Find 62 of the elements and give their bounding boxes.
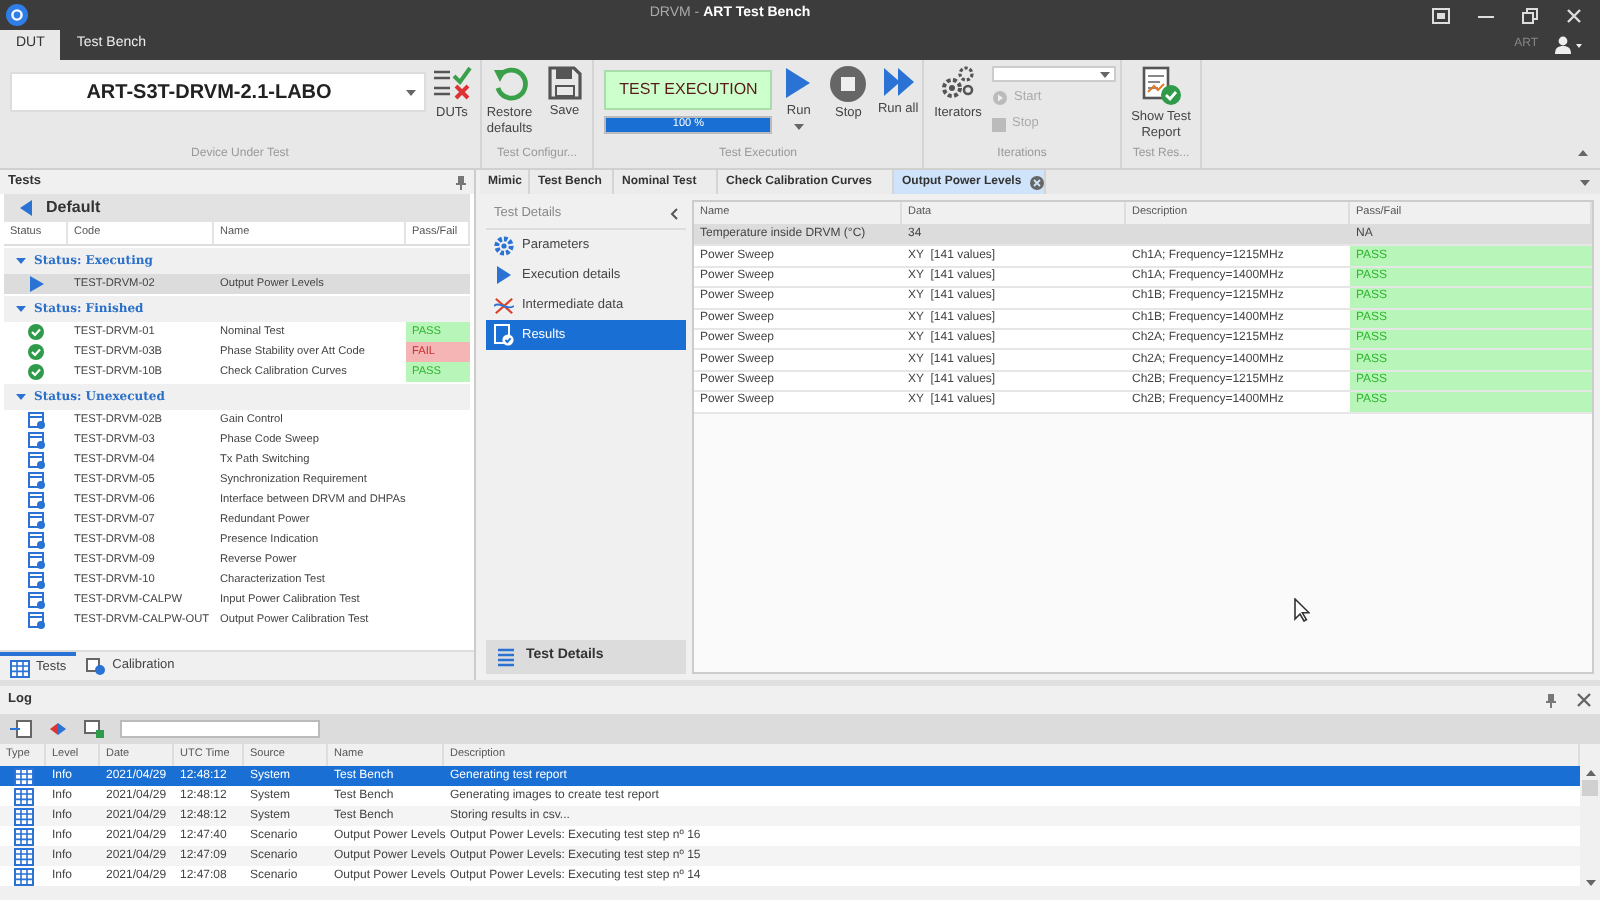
back-arrow-icon[interactable]: [20, 200, 34, 216]
table-icon: [10, 659, 30, 677]
caret-icon: [793, 124, 804, 130]
close-icon: [1029, 175, 1044, 189]
pin-icon[interactable]: [456, 175, 466, 189]
document-icon: [27, 411, 45, 429]
scroll-thumb[interactable]: [1582, 780, 1598, 796]
report-icon: [1141, 66, 1181, 106]
double-arrow-icon[interactable]: [48, 720, 68, 738]
document-icon: [27, 471, 45, 489]
table-icon: [13, 767, 33, 785]
gear-icon: [494, 235, 514, 255]
restore-window-icon[interactable]: [1432, 7, 1450, 23]
table-icon: [13, 787, 33, 805]
play-icon: [494, 266, 514, 284]
check-circle-icon: [28, 324, 44, 340]
document-icon: [27, 571, 45, 589]
check-circle-icon: [28, 344, 44, 360]
document-icon: [27, 611, 45, 629]
scroll-down-icon[interactable]: [1585, 880, 1595, 886]
dut-combo-box[interactable]: ART-S3T-DRVM-2.1-LABO: [10, 72, 426, 112]
pin-icon[interactable]: [1546, 693, 1556, 707]
checklist-icon: [432, 66, 472, 102]
maximize-icon[interactable]: [1522, 7, 1538, 23]
app-logo-icon: [6, 4, 28, 26]
caret-icon: [16, 394, 26, 400]
double-play-icon: [881, 66, 916, 98]
stop-icon: [992, 117, 1006, 131]
caret-icon: [16, 306, 26, 312]
stop-icon: [830, 66, 867, 102]
user-icon[interactable]: [1554, 36, 1584, 54]
search-field[interactable]: [120, 720, 320, 738]
document-icon: [27, 531, 45, 549]
collapse-caret-icon[interactable]: [1578, 150, 1588, 156]
table-icon: [13, 807, 33, 825]
document-icon: [27, 451, 45, 469]
play-icon: [992, 90, 1008, 106]
breadcrumb-label: Default: [46, 196, 101, 220]
document-icon: [27, 511, 45, 529]
close-icon[interactable]: [1576, 692, 1592, 708]
gears-icon: [940, 66, 976, 102]
document-icon: [27, 491, 45, 509]
caret-icon: [406, 89, 416, 95]
play-icon: [784, 66, 813, 100]
tab-menu-caret-icon[interactable]: [1580, 179, 1590, 185]
status-indicator: TEST EXECUTION: [604, 70, 773, 110]
scroll-up-icon[interactable]: [1585, 770, 1595, 776]
table-icon: [13, 867, 33, 885]
circular-arrow-icon: [491, 66, 528, 102]
mouse-cursor-icon: [1294, 598, 1310, 622]
table-icon: [13, 847, 33, 865]
collapse-chevron-icon[interactable]: [670, 208, 678, 220]
list-icon: [496, 647, 516, 667]
play-icon: [29, 276, 43, 292]
document-icon: [27, 591, 45, 609]
table-icon: [13, 827, 33, 845]
check-circle-icon: [28, 364, 44, 380]
caret-icon: [1100, 71, 1110, 77]
caret-icon: [16, 258, 26, 264]
document-icon: [27, 431, 45, 449]
document-icon: [27, 551, 45, 569]
document-check-icon: [494, 324, 514, 346]
